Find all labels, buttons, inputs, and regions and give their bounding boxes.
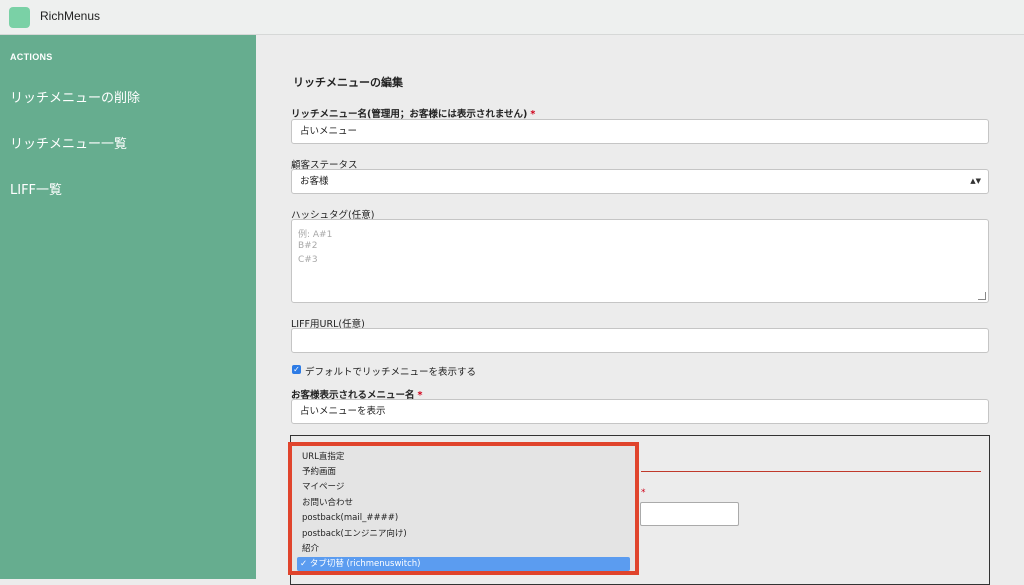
- page-title: リッチメニューの編集: [293, 76, 403, 89]
- error-underline: [641, 471, 981, 472]
- dropdown-option[interactable]: URL直指定: [302, 450, 632, 464]
- sidebar-item-liff-list[interactable]: LIFF一覧: [10, 179, 62, 198]
- select-arrows-icon: ▲▼: [970, 177, 981, 185]
- app-title: RichMenus: [40, 9, 101, 23]
- dropdown-option[interactable]: マイページ: [302, 480, 632, 494]
- top-bar: RichMenus: [0, 0, 1024, 35]
- sidebar-item-delete-richmenu[interactable]: リッチメニューの削除: [10, 87, 140, 106]
- action-type-dropdown[interactable]: URL直指定 予約画面 マイページ お問い合わせ postback(mail_#…: [288, 442, 639, 575]
- default-display-checkbox[interactable]: ✓: [292, 365, 301, 374]
- hashtag-placeholder-line: B#2: [298, 241, 318, 251]
- sidebar: ACTIONS リッチメニューの削除 リッチメニュー一覧 LIFF一覧: [0, 35, 256, 579]
- richmenu-name-label: リッチメニュー名(管理用；お客様には表示されません) *: [291, 109, 536, 120]
- dropdown-option-selected[interactable]: ✓ タブ切替 (richmenuswitch): [297, 557, 630, 571]
- sidebar-heading: ACTIONS: [10, 52, 53, 62]
- dropdown-option[interactable]: お問い合わせ: [302, 496, 632, 510]
- check-icon: ✓: [300, 559, 308, 569]
- app-logo: [9, 7, 30, 28]
- required-mark: *: [641, 488, 646, 498]
- dropdown-option[interactable]: 紹介: [302, 542, 632, 556]
- hashtag-placeholder-line: 例: A#1: [298, 230, 333, 240]
- richmenu-name-input[interactable]: 占いメニュー: [291, 119, 989, 144]
- action-value-input[interactable]: [640, 502, 739, 526]
- resize-handle-icon[interactable]: [978, 292, 986, 300]
- liff-url-input[interactable]: [291, 328, 989, 353]
- dropdown-option[interactable]: postback(エンジニア向け): [302, 527, 632, 541]
- hashtag-textarea[interactable]: 例: A#1 B#2 C#3: [291, 219, 989, 303]
- dropdown-option-label: タブ切替 (richmenuswitch): [309, 559, 421, 569]
- hashtag-placeholder-line: C#3: [298, 255, 318, 265]
- dropdown-option[interactable]: 予約画面: [302, 465, 632, 479]
- dropdown-option[interactable]: postback(mail_####): [302, 511, 632, 525]
- display-name-input[interactable]: 占いメニューを表示: [291, 399, 989, 424]
- customer-status-value: お客様: [300, 176, 329, 187]
- sidebar-item-richmenu-list[interactable]: リッチメニュー一覧: [10, 133, 127, 152]
- customer-status-select[interactable]: お客様 ▲▼: [291, 169, 989, 194]
- default-display-label: デフォルトでリッチメニューを表示する: [305, 367, 477, 378]
